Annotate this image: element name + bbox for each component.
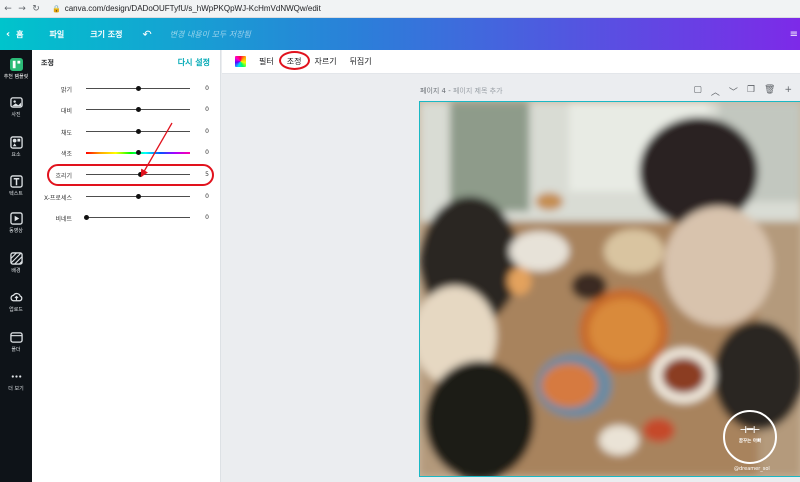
slider-value: 0 [205,128,209,135]
elements-icon [9,136,23,149]
sidebar-label: 업로드 [9,307,23,313]
image-toolbar: 필터 조정 자르기 뒤집기 [222,50,800,74]
slider-label: 대비 [60,108,72,115]
trash-icon[interactable]: 🗑 [764,85,775,98]
sidebar-label: 텍스트 [9,191,23,197]
sidebar-label: 추천 템플릿 [3,74,29,80]
slider-brightness: 밝기 0 [32,82,221,96]
lock-icon: 🔒 [52,4,61,13]
left-sidebar: 추천 템플릿 사진 요소 텍스트 동영상 배경 업로드 폴더 더 보기 [0,50,32,482]
watermark-name: 꿈꾸는 아빠 [738,439,762,444]
note-icon[interactable]: ▢ [693,85,702,98]
sidebar-item-folders[interactable]: 폴더 [0,331,32,353]
resize-menu[interactable]: 크기 조정 [90,29,122,40]
slider-xprocess: X-프로세스 0 [32,190,221,204]
sidebar-label: 요소 [11,152,21,158]
chevron-up-icon[interactable]: ︿ [711,85,720,98]
sidebar-label: 동영상 [9,228,23,234]
photo-frame[interactable]: ⊣━⊢ 꿈꾸는 아빠 @dreamer_sol [419,101,800,477]
flip-button[interactable]: 뒤집기 [350,56,372,67]
home-label: 홈 [16,29,24,39]
forward-icon[interactable]: → [16,4,28,14]
duplicate-icon[interactable]: ❐ [747,85,755,98]
slider-thumb[interactable] [135,107,141,112]
background-icon [9,252,23,265]
video-icon [9,212,23,225]
editor-topbar: ‹ 홈 파일 크기 조정 ↶ 변경 내용이 모두 저장됨 ≡ [0,18,800,50]
sidebar-item-templates[interactable]: 추천 템플릿 [0,58,32,80]
photo-icon [9,97,23,108]
sidebar-item-text[interactable]: 텍스트 [0,175,32,197]
save-status: 변경 내용이 모두 저장됨 [169,29,251,39]
add-page-icon[interactable]: + [784,85,792,98]
home-button[interactable]: ‹ 홈 [6,29,24,40]
sidebar-item-video[interactable]: 동영상 [0,212,32,234]
watermark-badge: ⊣━⊢ 꿈꾸는 아빠 [723,410,777,464]
slider-value: 0 [205,85,209,92]
sidebar-item-uploads[interactable]: 업로드 [0,291,32,313]
page-title-input[interactable]: 페이지 제목 추가 [453,87,503,95]
adjust-button[interactable]: 조정 [278,51,310,70]
undo-icon[interactable]: ↶ [142,28,151,41]
template-icon [9,58,23,71]
canvas-area: 페이지 4 - 페이지 제목 추가 ▢ ︿ ﹀ ❐ 🗑 + ⊣━⊢ 꿈꾸는 아빠… [222,75,800,482]
sidebar-item-photos[interactable]: 사진 [0,96,32,118]
slider-value: 0 [205,193,209,200]
slider-label: 색조 [60,151,72,158]
file-menu[interactable]: 파일 [50,29,65,40]
adjust-panel: 조정 다시 설정 밝기 0 대비 0 채도 0 색조 0 흐리기 5 X-프로세… [32,50,221,482]
slider-label: 비네트 [55,216,72,223]
chevron-down-icon[interactable]: ﹀ [729,85,738,98]
upload-icon [9,292,22,302]
folder-icon [9,332,23,343]
slider-track[interactable] [86,217,190,218]
slider-value: 0 [205,149,209,156]
watermark-handle: @dreamer_sol [734,466,770,472]
slider-value: 0 [205,214,209,221]
slider-label: 밝기 [60,87,72,94]
panel-title: 조정 [41,59,54,67]
barbell-icon: ⊣━⊢ [740,423,760,436]
sidebar-label: 사진 [11,112,21,118]
sidebar-label: 배경 [11,268,21,274]
adjust-highlight-ring [278,51,310,70]
annotation-arrow [140,122,173,178]
slider-contrast: 대비 0 [32,103,221,117]
sidebar-label: 폴더 [11,347,21,353]
slider-vignette: 비네트 0 [32,211,221,225]
menu-icon[interactable]: ≡ [790,29,798,40]
back-icon[interactable]: ← [2,4,14,14]
address-bar[interactable]: canva.com/design/DADoOUFTyfU/s_hWpPKQpWJ… [65,4,321,13]
chevron-left-icon: ‹ [6,28,11,40]
slider-label: 채도 [60,130,72,137]
page-tools: ▢ ︿ ﹀ ❐ 🗑 + [693,85,792,98]
slider-thumb[interactable] [135,194,141,199]
slider-label: X-프로세스 [43,195,72,202]
sidebar-item-elements[interactable]: 요소 [0,136,32,158]
text-icon [9,175,23,188]
filter-button[interactable]: 필터 [259,56,274,67]
color-picker-icon[interactable] [235,56,246,67]
reload-icon[interactable]: ↻ [30,4,42,14]
sidebar-item-background[interactable]: 배경 [0,252,32,274]
slider-thumb[interactable] [83,215,89,220]
slider-value: 0 [205,106,209,113]
browser-bar: ← → ↻ 🔒 canva.com/design/DADoOUFTyfU/s_h… [0,0,800,18]
sidebar-label: 더 보기 [8,386,24,392]
crop-button[interactable]: 자르기 [314,56,336,67]
sidebar-item-more[interactable]: 더 보기 [0,370,32,392]
page-label: 페이지 4 - 페이지 제목 추가 [420,86,503,96]
reset-button[interactable]: 다시 설정 [178,57,210,68]
page-number: 페이지 4 - [420,87,451,95]
slider-thumb[interactable] [135,86,141,91]
more-icon [11,375,21,378]
